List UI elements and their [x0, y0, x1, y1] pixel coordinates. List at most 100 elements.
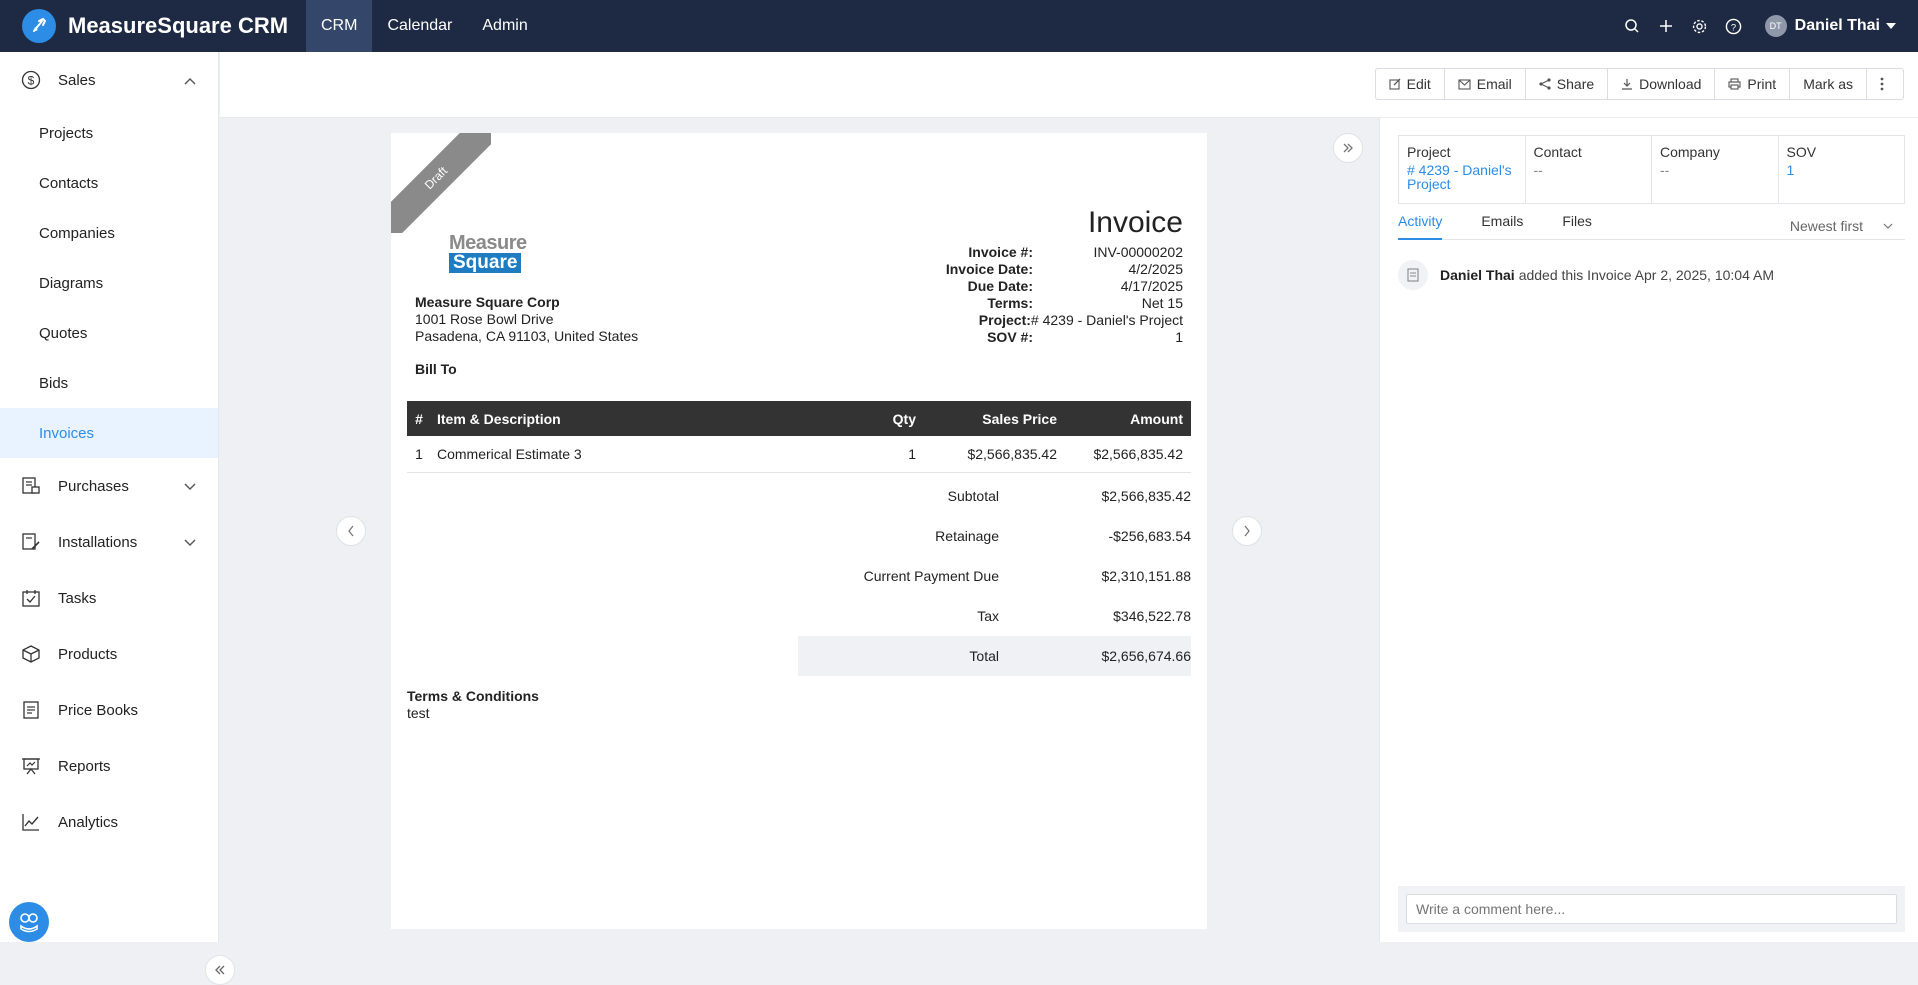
- tab-files[interactable]: Files: [1562, 213, 1592, 240]
- terms-section: Terms & Conditions test: [407, 688, 539, 722]
- sidebar-item-companies[interactable]: Companies: [0, 208, 218, 258]
- company-cell: Company --: [1652, 136, 1779, 203]
- document-icon: [21, 700, 41, 720]
- address-line-2: Pasadena, CA 91103, United States: [415, 328, 639, 344]
- company-value: --: [1660, 162, 1670, 178]
- project-cell: Project # 4239 - Daniel's Project: [1399, 136, 1526, 203]
- nav-admin[interactable]: Admin: [467, 0, 542, 52]
- table-row[interactable]: 1 Commerical Estimate 3 1 $2,566,835.42 …: [407, 436, 1191, 473]
- meta-value: # 4239 - Daniel's Project: [1030, 312, 1183, 328]
- share-button[interactable]: Share: [1526, 69, 1609, 99]
- cell-num: 1: [407, 436, 431, 473]
- nav-crm[interactable]: CRM: [306, 0, 373, 52]
- envelope-icon: [1458, 78, 1471, 90]
- svg-text:$: $: [28, 74, 35, 88]
- total-value: $2,310,151.88: [1101, 568, 1191, 584]
- contact-label: Contact: [1533, 144, 1582, 160]
- download-button[interactable]: Download: [1608, 69, 1716, 99]
- sidebar-item-invoices[interactable]: Invoices: [0, 408, 218, 458]
- bill-to-label: Bill To: [415, 361, 457, 377]
- sidebar-item-projects[interactable]: Projects: [0, 108, 218, 158]
- purchases-icon: [21, 476, 41, 496]
- email-button[interactable]: Email: [1445, 69, 1526, 99]
- sidebar-item-contacts[interactable]: Contacts: [0, 158, 218, 208]
- sort-dropdown[interactable]: Newest first: [1790, 213, 1905, 239]
- chevron-down-icon: [184, 478, 196, 495]
- expand-panel-button[interactable]: [1333, 133, 1363, 163]
- draft-ribbon: Draft: [391, 133, 491, 233]
- company-logo: Measure Square: [449, 233, 527, 273]
- project-label: Project: [1407, 144, 1451, 160]
- print-button[interactable]: Print: [1715, 69, 1791, 99]
- sidebar-item-price-books[interactable]: Price Books: [0, 682, 218, 738]
- activity-user: Daniel Thai: [1440, 267, 1515, 283]
- total-label: Retainage: [935, 528, 999, 544]
- contact-cell: Contact --: [1526, 136, 1652, 203]
- share-icon: [1539, 78, 1551, 90]
- col-qty: Qty: [826, 401, 916, 436]
- assistant-button[interactable]: [9, 902, 49, 942]
- total-label: Tax: [977, 608, 999, 624]
- total-value: $2,656,674.66: [1101, 648, 1191, 664]
- meta-row: Invoice Date: 4/2/2025: [946, 261, 1183, 278]
- previous-invoice-button[interactable]: [336, 516, 366, 546]
- total-label: Current Payment Due: [863, 568, 999, 584]
- avatar: DT: [1764, 15, 1787, 37]
- collapse-sidebar-button[interactable]: [205, 955, 235, 985]
- tab-activity[interactable]: Activity: [1398, 213, 1443, 240]
- nav-calendar[interactable]: Calendar: [372, 0, 467, 52]
- sidebar-item-label: Tasks: [58, 589, 97, 607]
- contact-value: --: [1533, 162, 1543, 178]
- help-icon[interactable]: ?: [1717, 9, 1751, 43]
- details-panel: Project # 4239 - Daniel's Project Contac…: [1379, 118, 1918, 942]
- table-header-row: # Item & Description Qty Sales Price Amo…: [407, 401, 1191, 436]
- meta-key: Invoice #:: [968, 244, 1033, 260]
- add-icon[interactable]: [1649, 9, 1683, 43]
- sidebar-item-analytics[interactable]: Analytics: [0, 794, 218, 850]
- app-logo-icon[interactable]: [22, 9, 56, 43]
- comment-input[interactable]: [1406, 894, 1897, 924]
- sidebar-item-quotes[interactable]: Quotes: [0, 308, 218, 358]
- double-chevron-right-icon: [1343, 143, 1353, 153]
- sidebar-group-installations[interactable]: Installations: [0, 514, 218, 570]
- mark-as-button[interactable]: Mark as: [1790, 69, 1867, 99]
- meta-row: Terms: Net 15: [946, 295, 1183, 312]
- activity-item: Daniel Thai added this Invoice Apr 2, 20…: [1398, 260, 1774, 290]
- sidebar-item-tasks[interactable]: Tasks: [0, 570, 218, 626]
- invoice-title: Invoice: [1087, 206, 1183, 239]
- sidebar-item-diagrams[interactable]: Diagrams: [0, 258, 218, 308]
- assistant-icon: [20, 913, 38, 933]
- download-label: Download: [1639, 76, 1702, 92]
- app-title[interactable]: MeasureSquare CRM: [68, 13, 306, 39]
- kebab-menu-icon: [1880, 77, 1884, 91]
- meta-value: 1: [1175, 329, 1183, 345]
- top-right-actions: ? DT Daniel Thai: [1615, 0, 1918, 52]
- mark-as-label: Mark as: [1803, 76, 1853, 92]
- sov-link[interactable]: 1: [1787, 163, 1897, 177]
- meta-value: Net 15: [1141, 295, 1183, 311]
- meta-row: Due Date: 4/17/2025: [946, 278, 1183, 295]
- sidebar-item-reports[interactable]: Reports: [0, 738, 218, 794]
- gear-icon[interactable]: [1683, 9, 1717, 43]
- next-invoice-button[interactable]: [1232, 516, 1262, 546]
- sidebar: $ Sales Projects Contacts Companies Diag…: [0, 52, 235, 985]
- tax-row: Tax $346,522.78: [798, 596, 1191, 636]
- sidebar-item-bids[interactable]: Bids: [0, 358, 218, 408]
- chevron-right-icon: [1244, 525, 1250, 537]
- project-link[interactable]: # 4239 - Daniel's Project: [1407, 163, 1517, 191]
- logo-text-top: Measure: [449, 232, 527, 254]
- invoice-document-icon: [1398, 260, 1428, 290]
- company-address: Measure Square Corp 1001 Rose Bowl Drive…: [415, 294, 638, 345]
- terms-text: test: [407, 705, 430, 721]
- edit-button[interactable]: Edit: [1376, 69, 1445, 99]
- sidebar-item-products[interactable]: Products: [0, 626, 218, 682]
- sidebar-group-sales[interactable]: $ Sales: [0, 52, 218, 108]
- search-icon[interactable]: [1615, 9, 1649, 43]
- tab-emails[interactable]: Emails: [1481, 213, 1523, 240]
- sidebar-group-purchases[interactable]: Purchases: [0, 458, 218, 514]
- meta-key: Invoice Date:: [945, 261, 1033, 277]
- user-menu[interactable]: DT Daniel Thai: [1764, 15, 1896, 37]
- more-options-button[interactable]: [1867, 69, 1903, 99]
- cell-item: Commerical Estimate 3: [431, 436, 826, 473]
- total-value: $2,566,835.42: [1101, 488, 1191, 504]
